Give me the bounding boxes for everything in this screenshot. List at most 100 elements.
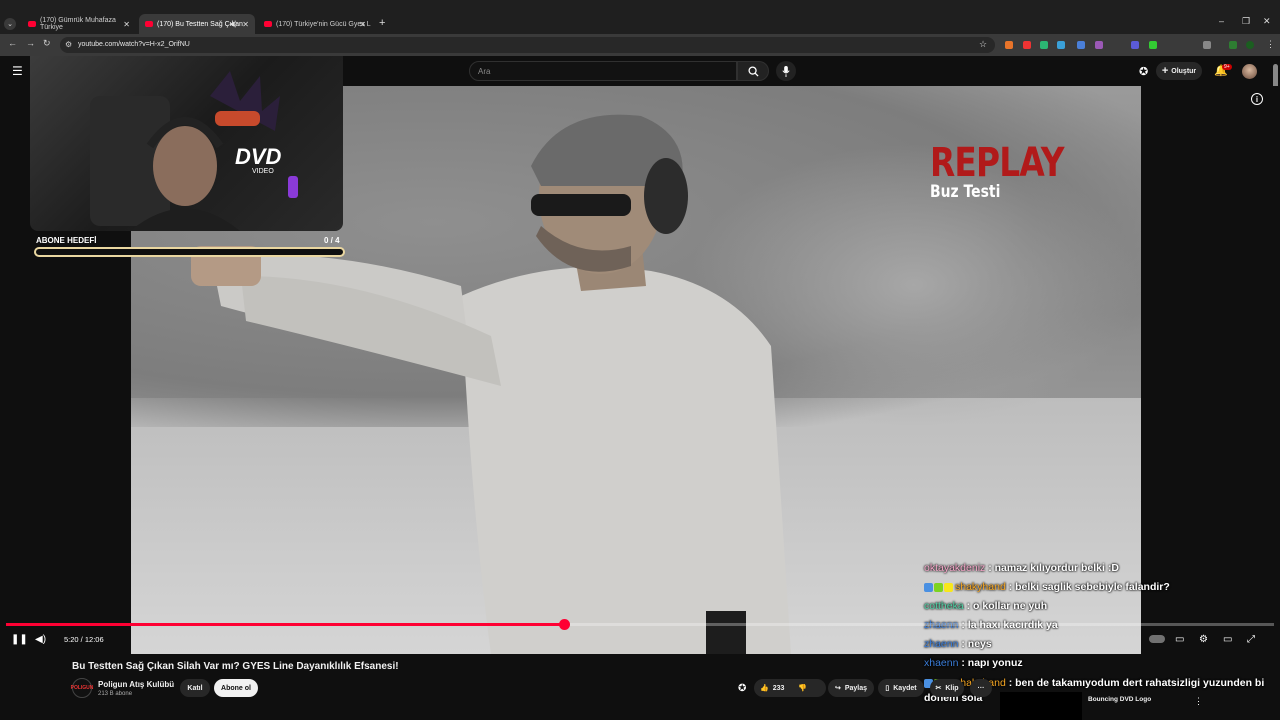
search-icon	[747, 65, 759, 77]
dvd-logo: DVD	[235, 144, 282, 169]
restore-button[interactable]: ❐	[1242, 16, 1250, 27]
extension-icon[interactable]	[1040, 41, 1048, 49]
time-display: 5:20 / 12:06	[64, 635, 104, 644]
chat-username: zhaenn	[924, 638, 959, 650]
tab-title: (170) Gümrük Muhafaza Türkiye	[40, 17, 116, 31]
browser-menu-icon[interactable]: ⋮	[1266, 39, 1275, 50]
hype-icon[interactable]: ✪	[738, 683, 746, 694]
chat-badge-icon	[934, 582, 943, 592]
minimize-button[interactable]: –	[1219, 16, 1224, 26]
close-tab-icon[interactable]: ✕	[123, 20, 130, 29]
tab-gumruk[interactable]: (170) Gümrük Muhafaza Türkiye ✕	[22, 15, 136, 33]
voice-search-button[interactable]	[776, 61, 796, 81]
share-icon: ↪	[834, 685, 841, 692]
hamburger-menu-icon[interactable]: ☰	[12, 64, 23, 78]
streamer-webcam-overlay: DVD VIDEO	[30, 56, 343, 231]
chat-text: : napı yonuz	[958, 657, 1023, 669]
fullscreen-icon[interactable]: ⤢	[1247, 634, 1255, 645]
autoplay-toggle[interactable]	[1149, 635, 1165, 643]
subtitles-icon[interactable]: ▭	[1175, 634, 1184, 645]
tab-list-button[interactable]: ⌄	[4, 18, 16, 30]
site-info-icon[interactable]: ⚙	[65, 40, 72, 49]
clip-label: Klip	[945, 684, 959, 692]
scrubber-handle[interactable]	[558, 619, 570, 630]
chat-message: xhaenn : napı yonuz	[924, 657, 1023, 669]
like-dislike-group: 👍 233 👎	[754, 679, 826, 697]
join-button[interactable]: Katıl	[180, 679, 210, 697]
theater-mode-icon[interactable]: ▭	[1223, 634, 1232, 645]
extension-icon[interactable]	[1229, 41, 1237, 49]
recommendation-thumbnail[interactable]	[1000, 692, 1082, 720]
volume-icon[interactable]: ◀)	[35, 634, 46, 645]
info-icon[interactable]: i	[1251, 93, 1263, 105]
search-input[interactable]: Ara	[469, 61, 737, 81]
webcam-feed-image	[90, 71, 298, 231]
clip-button[interactable]: ✂ Klip	[930, 679, 964, 697]
close-window-button[interactable]: ✕	[1263, 16, 1271, 27]
close-tab-icon[interactable]: ✕	[242, 20, 249, 29]
chat-message: shakyhand : belki saglik sebebiyle falan…	[924, 581, 1170, 593]
search-placeholder: Ara	[478, 67, 491, 76]
search-button[interactable]	[737, 61, 769, 81]
back-button[interactable]: ←	[8, 38, 17, 48]
chat-badge-icon	[924, 582, 933, 592]
url-text[interactable]: youtube.com/watch?v=H-x2_OrifNU	[78, 41, 190, 48]
chat-message: zhaenn : neys	[924, 638, 992, 650]
subscriber-count: 213 B abone	[98, 691, 133, 697]
chat-username: cottheka	[924, 600, 964, 612]
chat-message: oktayakdeniz : namaz kılıyordur belki :D	[924, 562, 1119, 574]
subscribe-button[interactable]: Abone ol	[214, 679, 258, 697]
pause-icon[interactable]: ❚❚	[11, 634, 28, 645]
extension-icon[interactable]	[1095, 41, 1103, 49]
tab-gyes[interactable]: (170) Türkiye'nin Gücü Gyes L ✕	[258, 15, 372, 33]
channel-avatar[interactable]: POLIGUN	[71, 678, 93, 698]
progress-bar[interactable]	[6, 623, 1274, 626]
forward-button[interactable]: →	[26, 38, 35, 48]
avatar[interactable]	[1242, 64, 1257, 79]
omnibox[interactable]	[60, 37, 995, 53]
dvd-logo-sub: VIDEO	[252, 168, 274, 175]
chat-text: : belki saglik sebebiyle falandir?	[1005, 581, 1170, 593]
recommendation-menu-icon[interactable]: ⋮	[1194, 696, 1203, 707]
bookmark-icon: ▯	[885, 685, 890, 692]
progress-played	[6, 623, 564, 626]
save-button[interactable]: ▯ Kaydet	[878, 679, 924, 697]
speaker-icon[interactable]: ◀)	[229, 20, 237, 28]
extensions-menu-icon[interactable]	[1203, 41, 1211, 49]
chat-text: : neys	[958, 638, 992, 650]
new-tab-button[interactable]: +	[379, 17, 385, 29]
share-button[interactable]: ↪ Paylaş	[828, 679, 874, 697]
tab-active-video[interactable]: (170) Bu Testten Sağ Çıkan ◀) ✕	[139, 14, 255, 34]
create-label: Oluştur	[1171, 67, 1197, 75]
extension-icon[interactable]	[1131, 41, 1139, 49]
chat-username: oktayakdeniz	[924, 562, 986, 574]
more-actions-button[interactable]: ···	[970, 679, 992, 697]
channel-name[interactable]: Poligun Atış Kulübü	[98, 680, 174, 689]
chat-badge-icon	[944, 582, 953, 592]
extension-icon[interactable]	[1023, 41, 1031, 49]
dislike-icon[interactable]: 👎	[798, 684, 807, 692]
replay-title: REPLAY	[930, 140, 1065, 186]
cast-icon[interactable]: ✪	[1139, 65, 1148, 78]
create-button[interactable]: + Oluştur	[1156, 62, 1202, 80]
extension-icon[interactable]	[1005, 41, 1013, 49]
scissors-icon: ✂	[935, 685, 942, 692]
youtube-favicon-icon	[145, 21, 153, 27]
profile-icon[interactable]	[1246, 41, 1254, 49]
recommendation-title[interactable]: Bouncing DVD Logo	[1088, 696, 1151, 703]
reload-button[interactable]: ↻	[43, 38, 51, 49]
video-title: Bu Testten Sağ Çıkan Silah Var mı? GYES …	[72, 661, 399, 672]
subscriber-goal-label: ABONE HEDEFİ	[36, 236, 97, 245]
tab-title: (170) Türkiye'nin Gücü Gyes L	[276, 20, 371, 28]
bookmark-star-icon[interactable]: ☆	[979, 39, 987, 50]
extension-icon[interactable]	[1149, 41, 1157, 49]
share-label: Paylaş	[844, 684, 868, 692]
notification-count-badge: 9+	[1222, 64, 1232, 70]
close-tab-icon[interactable]: ✕	[359, 20, 366, 29]
settings-gear-icon[interactable]: ⚙	[1199, 634, 1208, 645]
like-count[interactable]: 233	[773, 685, 785, 692]
browser-tab-bar: ⌄ (170) Gümrük Muhafaza Türkiye ✕ (170) …	[0, 0, 1280, 34]
like-icon[interactable]: 👍	[760, 684, 769, 692]
extension-icon[interactable]	[1077, 41, 1085, 49]
extension-icon[interactable]	[1057, 41, 1065, 49]
